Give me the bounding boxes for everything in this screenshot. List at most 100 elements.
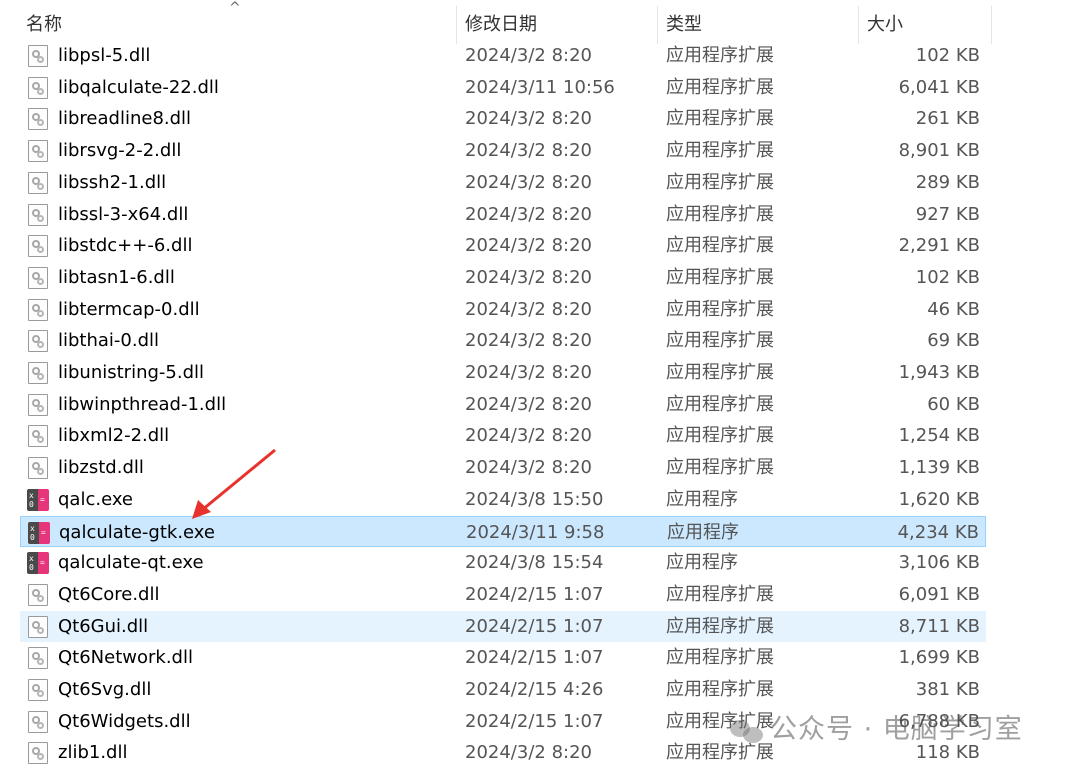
file-size: 1,943 KB xyxy=(898,362,980,383)
file-row[interactable]: libxml2-2.dll 2024/3/2 8:20 应用程序扩展 1,254 KB xyxy=(20,420,986,451)
file-size: 3,106 KB xyxy=(898,552,980,574)
file-row[interactable]: libssl-3-x64.dll 2024/3/2 8:20 应用程序扩展 927 K… xyxy=(20,199,986,230)
file-row[interactable]: Qt6Svg.dll 2024/2/15 4:26 应用程序扩展 381 KB xyxy=(20,674,986,705)
column-header-bar: ^ 名称 修改日期 类型 大小 xyxy=(0,0,1080,44)
column-divider[interactable] xyxy=(991,6,992,44)
file-type: 应用程序扩展 xyxy=(666,679,774,700)
file-row[interactable]: libtasn1-6.dll 2024/3/2 8:20 应用程序扩展 102 KB xyxy=(20,262,986,293)
file-type: 应用程序扩展 xyxy=(666,108,774,130)
column-divider[interactable] xyxy=(456,6,457,44)
file-row[interactable]: Qt6Network.dll 2024/2/15 1:07 应用程序扩展 1,699 … xyxy=(20,642,986,673)
file-name: libzstd.dll xyxy=(58,457,144,479)
dll-file-icon xyxy=(28,108,48,131)
column-divider[interactable] xyxy=(858,6,859,44)
column-header-type[interactable]: 类型 xyxy=(666,0,856,44)
file-name: libunistring-5.dll xyxy=(58,362,205,383)
dll-file-icon xyxy=(28,266,48,289)
dll-file-icon xyxy=(28,710,48,733)
file-name: Qt6Widgets.dll xyxy=(58,710,191,732)
column-header-size[interactable]: 大小 xyxy=(867,0,987,44)
file-type: 应用程序扩展 xyxy=(666,45,774,66)
file-size: 4,234 KB xyxy=(897,521,979,543)
file-row[interactable]: Qt6Gui.dll 2024/2/15 1:07 应用程序扩展 8,711 KB xyxy=(20,610,986,642)
file-modified-date: 2024/3/2 8:20 xyxy=(465,742,592,764)
dll-file-icon xyxy=(28,647,48,670)
file-row[interactable]: libtermcap-0.dll 2024/3/2 8:20 应用程序扩展 46 KB xyxy=(20,294,986,325)
file-row[interactable]: Qt6Core.dll 2024/2/15 1:07 应用程序扩展 6,091 KB xyxy=(20,579,986,610)
column-header-date[interactable]: 修改日期 xyxy=(465,0,655,44)
file-row[interactable]: libqalculate-22.dll 2024/3/11 10:56 应用程序扩展… xyxy=(20,72,986,103)
file-modified-date: 2024/3/2 8:20 xyxy=(465,393,592,415)
file-size: 2,291 KB xyxy=(898,235,980,257)
file-type: 应用程序扩展 xyxy=(666,76,774,98)
file-modified-date: 2024/3/2 8:20 xyxy=(465,457,592,479)
file-size: 289 KB xyxy=(915,171,980,193)
file-modified-date: 2024/3/2 8:20 xyxy=(465,298,592,320)
dll-file-icon xyxy=(28,583,48,606)
file-modified-date: 2024/2/15 1:07 xyxy=(465,615,604,637)
file-name: libpsl-5.dll xyxy=(58,45,151,66)
file-type: 应用程序扩展 xyxy=(666,203,774,225)
dll-file-icon xyxy=(28,425,48,448)
file-name: libqalculate-22.dll xyxy=(58,76,219,98)
file-name: libtermcap-0.dll xyxy=(58,298,200,320)
file-type: 应用程序扩展 xyxy=(666,140,774,162)
file-row[interactable]: libthai-0.dll 2024/3/2 8:20 应用程序扩展 69 KB xyxy=(20,325,986,356)
file-row[interactable]: libreadline8.dll 2024/3/2 8:20 应用程序扩展 261 K… xyxy=(20,103,986,134)
watermark-text: 公众号 · 电脑学习室 xyxy=(770,714,1023,745)
file-name: libssh2-1.dll xyxy=(58,171,167,193)
file-name: libxml2-2.dll xyxy=(58,425,170,447)
file-type: 应用程序扩展 xyxy=(666,647,774,669)
file-row[interactable]: libstdc++-6.dll 2024/3/2 8:20 应用程序扩展 2,291 … xyxy=(20,230,986,261)
file-name: Qt6Gui.dll xyxy=(58,615,149,637)
file-modified-date: 2024/3/2 8:20 xyxy=(465,140,592,162)
file-modified-date: 2024/3/8 15:50 xyxy=(465,488,604,510)
dll-file-icon xyxy=(28,140,48,163)
file-name: libstdc++-6.dll xyxy=(58,235,193,257)
file-size: 1,139 KB xyxy=(898,457,980,479)
file-modified-date: 2024/3/2 8:20 xyxy=(465,235,592,257)
file-row[interactable]: libpsl-5.dll 2024/3/2 8:20 应用程序扩展 102 KB xyxy=(20,40,986,71)
file-name: Qt6Svg.dll xyxy=(58,679,152,700)
file-row[interactable]: x 0 = qalculate-gtk.exe 2024/3/11 9:58 应用程序 4,… xyxy=(20,515,986,547)
dll-file-icon xyxy=(28,362,48,384)
file-name: libthai-0.dll xyxy=(58,330,160,352)
file-name: qalculate-qt.exe xyxy=(58,552,204,574)
file-name: Qt6Network.dll xyxy=(58,647,193,669)
file-size: 102 KB xyxy=(915,45,980,66)
watermark: 公众号 · 电脑学习室 xyxy=(730,712,1023,748)
file-size: 69 KB xyxy=(927,330,980,352)
file-modified-date: 2024/3/2 8:20 xyxy=(465,425,592,447)
file-type: 应用程序 xyxy=(667,521,739,543)
file-type: 应用程序扩展 xyxy=(666,615,774,637)
dll-file-icon xyxy=(28,393,48,416)
file-size: 8,901 KB xyxy=(898,140,980,162)
file-row[interactable]: libssh2-1.dll 2024/3/2 8:20 应用程序扩展 289 KB xyxy=(20,167,986,198)
file-row[interactable]: libwinpthread-1.dll 2024/3/2 8:20 应用程序扩展 60… xyxy=(20,389,986,420)
file-row[interactable]: x 0 = qalc.exe 2024/3/8 15:50 应用程序 1,620 KB xyxy=(20,484,986,515)
file-row[interactable]: x 0 = qalculate-qt.exe 2024/3/8 15:54 应用程序 3,1… xyxy=(20,547,986,578)
file-name: librsvg-2-2.dll xyxy=(58,140,182,162)
file-size: 381 KB xyxy=(915,679,980,700)
file-size: 6,041 KB xyxy=(898,76,980,98)
dll-file-icon xyxy=(28,235,48,258)
file-modified-date: 2024/2/15 4:26 xyxy=(465,679,604,700)
file-modified-date: 2024/3/2 8:20 xyxy=(465,171,592,193)
file-type: 应用程序扩展 xyxy=(666,457,774,479)
file-name: libwinpthread-1.dll xyxy=(58,393,227,415)
column-header-name[interactable]: 名称 xyxy=(26,0,456,44)
file-row[interactable]: libunistring-5.dll 2024/3/2 8:20 应用程序扩展 1,9… xyxy=(20,357,986,388)
file-row[interactable]: librsvg-2-2.dll 2024/3/2 8:20 应用程序扩展 8,901 … xyxy=(20,135,986,166)
file-modified-date: 2024/3/11 9:58 xyxy=(466,521,605,543)
file-type: 应用程序扩展 xyxy=(666,171,774,193)
file-type: 应用程序 xyxy=(666,552,738,574)
file-type: 应用程序扩展 xyxy=(666,583,774,605)
file-row[interactable]: libzstd.dll 2024/3/2 8:20 应用程序扩展 1,139 KB xyxy=(20,452,986,483)
file-modified-date: 2024/2/15 1:07 xyxy=(465,710,604,732)
file-name: libtasn1-6.dll xyxy=(58,266,175,288)
calculator-app-icon: x 0 = xyxy=(27,488,49,511)
file-name: libssl-3-x64.dll xyxy=(58,203,189,225)
file-modified-date: 2024/2/15 1:07 xyxy=(465,647,604,669)
file-modified-date: 2024/3/2 8:20 xyxy=(465,266,592,288)
column-divider[interactable] xyxy=(657,6,658,44)
